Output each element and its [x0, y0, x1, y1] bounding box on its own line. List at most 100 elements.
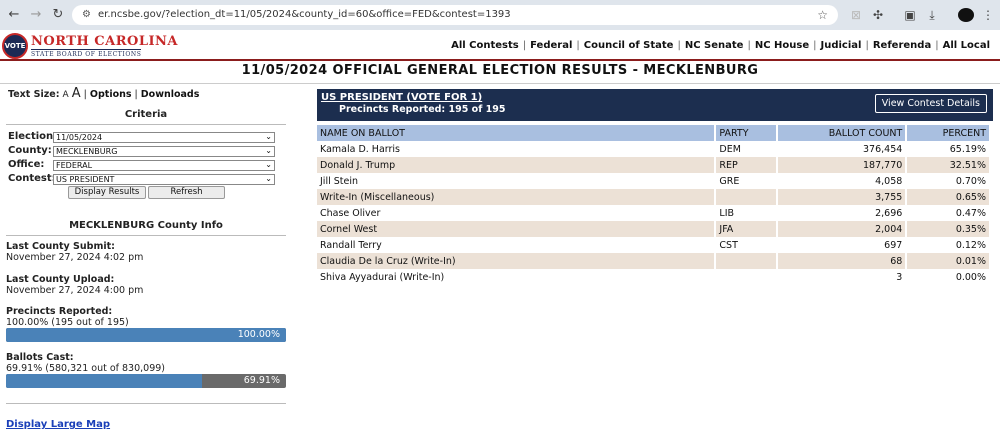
candidate-percent-cell: 0.65% — [907, 189, 989, 205]
candidate-percent-cell: 0.12% — [955, 239, 986, 251]
precincts-progress-bar: 100.00% — [6, 328, 286, 342]
address-bar[interactable]: ⚙ er.ncsbe.gov/?election_dt=11/05/2024&c… — [72, 5, 838, 25]
candidate-percent-cell: 0.47% — [955, 207, 986, 219]
table-row: Claudia De la Cruz (Write-In) 68 0.01% — [317, 253, 989, 269]
chevron-down-icon: ⌄ — [265, 132, 272, 141]
ballots-cast-label: Ballots Cast: — [6, 352, 74, 363]
candidate-party-cell — [716, 253, 777, 269]
candidate-party-cell — [716, 269, 776, 285]
nav-council-of-state[interactable]: Council of State — [584, 40, 674, 51]
results-body: Kamala D. Harris DEM 376,454 65.19% Donald J… — [317, 141, 989, 285]
text-size-controls: Text Size: A A | Options | Downloads — [8, 86, 200, 101]
candidate-percent-cell: 65.19% — [949, 143, 986, 155]
criteria-divider — [6, 124, 286, 125]
left-bottom-divider — [6, 403, 286, 404]
extensions-puzzle-icon[interactable]: ✣ — [870, 7, 886, 23]
refresh-button[interactable]: Refresh — [148, 186, 225, 199]
text-size-label: Text Size: — [8, 89, 60, 100]
profile-avatar-icon[interactable] — [958, 8, 974, 22]
precincts-reported-value: 100.00% (195 out of 195) — [6, 317, 129, 328]
office-label: Office: — [8, 159, 45, 170]
bookmark-star-icon[interactable]: ☆ — [817, 5, 828, 25]
candidate-count-cell: 68 — [778, 253, 906, 269]
page-title: 11/05/2024 OFFICIAL GENERAL ELECTION RES… — [241, 63, 759, 78]
table-row: Chase Oliver LIB 2,696 0.47% — [317, 205, 989, 221]
vote-seal-icon: VOTE — [2, 33, 28, 59]
contest-header: US PRESIDENT (VOTE FOR 1) Precincts Repo… — [317, 89, 993, 121]
nav-nc-senate[interactable]: NC Senate — [685, 40, 744, 51]
candidate-party-cell: CST — [719, 239, 738, 251]
chevron-down-icon: ⌄ — [265, 160, 272, 169]
forward-icon[interactable]: → — [28, 7, 44, 23]
nav-nc-house[interactable]: NC House — [755, 40, 809, 51]
election-select[interactable]: 11/05/2024 ⌄ — [53, 132, 275, 143]
candidate-party-cell: LIB — [719, 207, 735, 219]
criteria-heading: Criteria — [124, 109, 168, 120]
precincts-reported-label: Precincts Reported: — [6, 306, 113, 317]
display-large-map-link[interactable]: Display Large Map — [6, 419, 110, 430]
chevron-down-icon: ⌄ — [265, 146, 272, 155]
ballots-progress-label: 69.91% — [243, 375, 280, 386]
extension-k-icon[interactable]: ⊠ — [848, 7, 864, 23]
browser-toolbar: ← → ↻ ⚙ er.ncsbe.gov/?election_dt=11/05/… — [0, 0, 1000, 30]
column-header-party[interactable]: PARTY — [716, 125, 777, 141]
download-icon[interactable]: ⤓ — [924, 7, 940, 23]
candidate-percent-cell: 32.51% — [907, 157, 989, 173]
candidate-count-cell: 3 — [896, 271, 903, 283]
back-icon[interactable]: ← — [6, 7, 22, 23]
title-divider — [0, 83, 1000, 84]
table-row: Shiva Ayyadurai (Write-In) 3 0.00% — [317, 269, 989, 285]
text-size-small[interactable]: A — [63, 90, 69, 100]
ballots-progress-fill — [6, 374, 202, 388]
contest-select[interactable]: US PRESIDENT ⌄ — [53, 174, 275, 185]
site-info-icon[interactable]: ⚙ — [82, 5, 91, 25]
nav-all-contests[interactable]: All Contests — [451, 40, 519, 51]
nav-federal[interactable]: Federal — [530, 40, 572, 51]
candidate-party-cell — [716, 189, 777, 205]
county-select[interactable]: MECKLENBURG ⌄ — [53, 146, 275, 157]
column-header-percent[interactable]: PERCENT — [907, 125, 989, 141]
options-link[interactable]: Options — [90, 89, 132, 100]
last-submit-value: November 27, 2024 4:02 pm — [6, 252, 144, 263]
nav-all-local[interactable]: All Local — [943, 40, 990, 51]
county-select-value: MECKLENBURG — [56, 147, 118, 156]
county-info-divider — [6, 235, 286, 236]
precincts-progress-label: 100.00% — [237, 329, 280, 340]
county-info-heading: MECKLENBURG County Info — [69, 220, 223, 231]
column-header-ballot-count[interactable]: BALLOT COUNT — [778, 125, 906, 141]
reading-mode-icon[interactable]: ▣ — [902, 7, 918, 23]
election-select-value: 11/05/2024 — [56, 133, 103, 142]
candidate-name-cell: Cornel West — [317, 221, 715, 237]
downloads-link[interactable]: Downloads — [141, 89, 200, 100]
contest-select-value: US PRESIDENT — [56, 175, 115, 184]
display-results-button[interactable]: Display Results — [68, 186, 146, 199]
office-select[interactable]: FEDERAL ⌄ — [53, 160, 275, 171]
menu-dots-icon[interactable]: ⋮ — [980, 7, 996, 23]
candidate-name-cell: Donald J. Trump — [317, 157, 715, 173]
ncsbe-logo[interactable]: VOTE NORTH CAROLINA STATE BOARD OF ELECT… — [2, 33, 178, 59]
candidate-percent-cell: 0.70% — [955, 175, 986, 187]
nav-judicial[interactable]: Judicial — [821, 40, 862, 51]
table-row: Cornel West JFA 2,004 0.35% — [317, 221, 989, 237]
candidate-count-cell: 697 — [884, 239, 903, 251]
column-header-name[interactable]: NAME ON BALLOT — [317, 125, 715, 141]
ballots-progress-bar: 69.91% — [6, 374, 286, 388]
text-size-large[interactable]: A — [72, 86, 81, 101]
last-upload-value: November 27, 2024 4:00 pm — [6, 285, 144, 296]
candidate-party-cell: GRE — [719, 175, 740, 187]
contest-precincts: Precincts Reported: 195 of 195 — [339, 104, 506, 115]
candidate-party-cell: JFA — [716, 221, 777, 237]
view-contest-details-button[interactable]: View Contest Details — [874, 94, 987, 113]
table-row: Donald J. Trump REP 187,770 32.51% — [317, 157, 989, 173]
office-select-value: FEDERAL — [56, 161, 93, 170]
nav-referenda[interactable]: Referenda — [873, 40, 931, 51]
candidate-percent-cell: 0.35% — [907, 221, 989, 237]
candidate-count-cell: 187,770 — [778, 157, 906, 173]
election-label: Election: — [8, 131, 58, 142]
contest-title[interactable]: US PRESIDENT (VOTE FOR 1) — [321, 92, 482, 103]
contest-label: Contest: — [8, 173, 56, 184]
reload-icon[interactable]: ↻ — [50, 7, 66, 23]
candidate-name-cell: Write-In (Miscellaneous) — [317, 189, 715, 205]
chevron-down-icon: ⌄ — [265, 174, 272, 183]
header-divider — [0, 59, 1000, 61]
